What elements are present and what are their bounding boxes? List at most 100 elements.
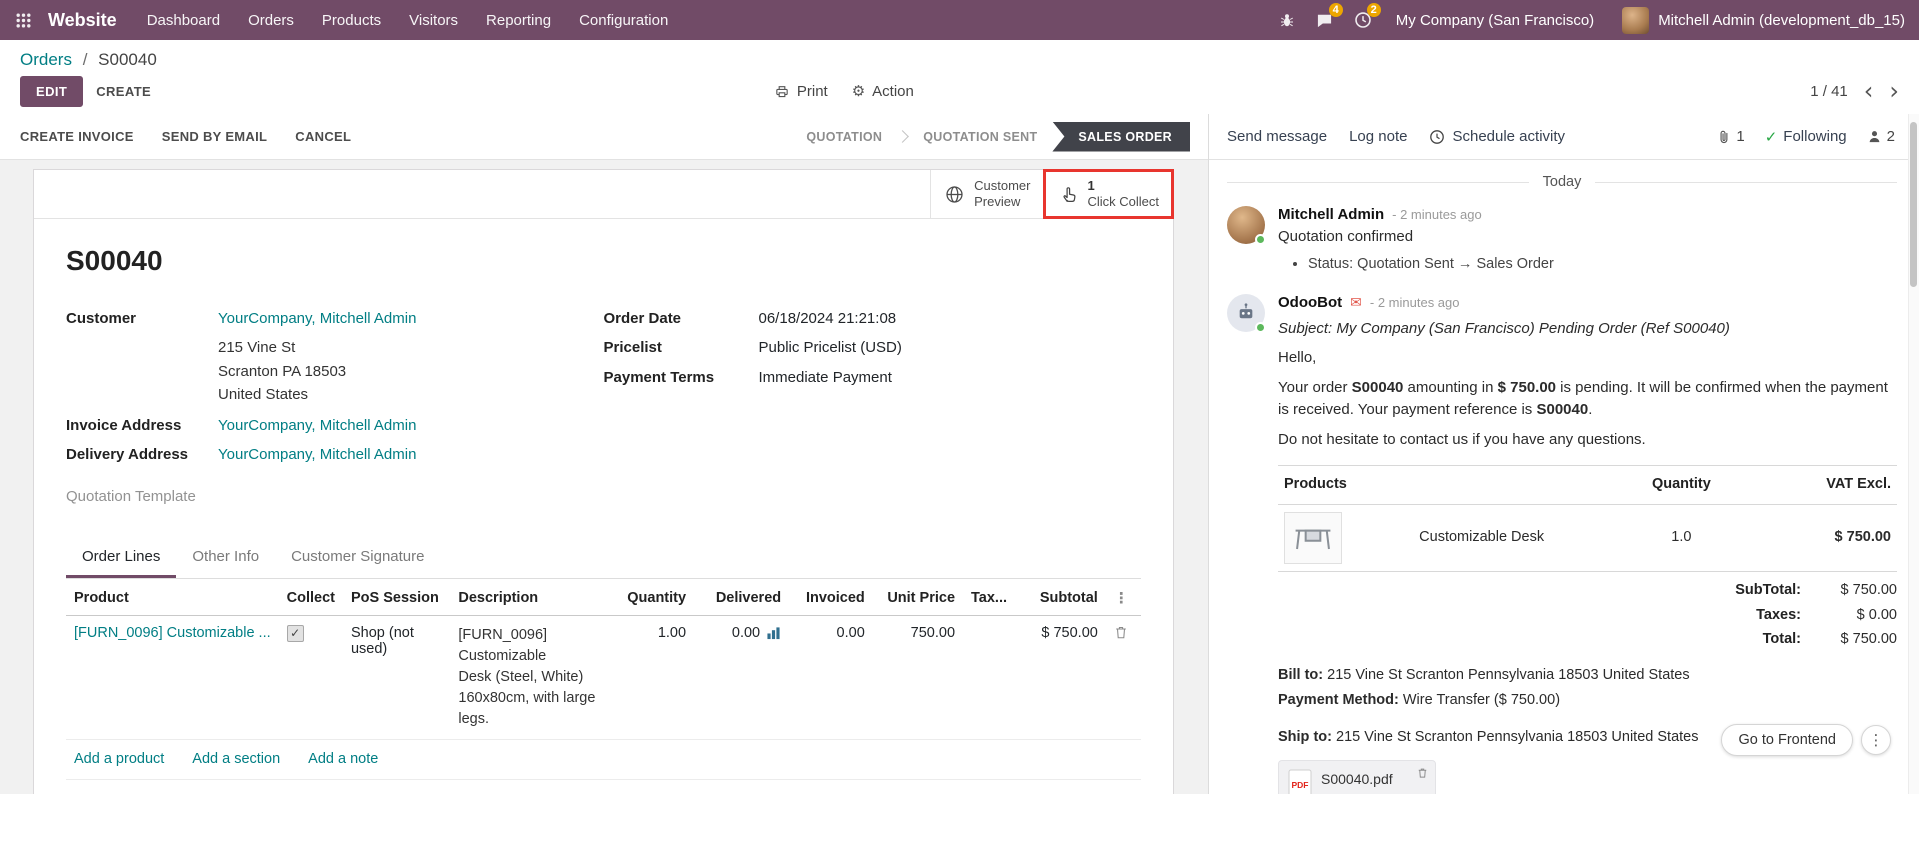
menu-products[interactable]: Products bbox=[308, 0, 395, 40]
stage-quotation[interactable]: QUOTATION bbox=[791, 122, 897, 152]
delivery-address-link[interactable]: YourCompany, Mitchell Admin bbox=[218, 446, 416, 463]
send-by-email-button[interactable]: SEND BY EMAIL bbox=[162, 129, 268, 144]
subtotal-cell: $ 750.00 bbox=[1017, 615, 1106, 739]
go-to-frontend-button[interactable]: Go to Frontend bbox=[1721, 724, 1853, 756]
company-switcher[interactable]: My Company (San Francisco) bbox=[1382, 12, 1608, 29]
chatter-scrollbar-track[interactable] bbox=[1908, 114, 1919, 794]
chatter-scrollbar-thumb[interactable] bbox=[1910, 122, 1917, 287]
payment-method-line: Payment Method: Wire Transfer ($ 750.00) bbox=[1278, 690, 1897, 712]
click-collect-label: Click Collect bbox=[1087, 194, 1159, 210]
pdf-file-icon: PDF bbox=[1288, 769, 1312, 794]
user-avatar bbox=[1622, 7, 1649, 34]
action-menu[interactable]: ⚙ Action bbox=[852, 82, 914, 100]
stage-quotation-sent[interactable]: QUOTATION SENT bbox=[908, 122, 1052, 152]
paperclip-icon bbox=[1716, 129, 1731, 145]
optional-columns-toggle[interactable]: ⋮ bbox=[1114, 590, 1129, 607]
edit-button[interactable]: EDIT bbox=[20, 76, 83, 107]
tab-other-info[interactable]: Other Info bbox=[176, 538, 275, 578]
cancel-button[interactable]: CANCEL bbox=[295, 129, 351, 144]
menu-visitors[interactable]: Visitors bbox=[395, 0, 472, 40]
following-button[interactable]: ✓ Following bbox=[1765, 128, 1847, 146]
apps-menu-icon[interactable] bbox=[0, 0, 46, 40]
add-a-section-link[interactable]: Add a section bbox=[192, 751, 280, 767]
hand-pointer-icon bbox=[1059, 185, 1077, 203]
user-menu[interactable]: Mitchell Admin (development_db_15) bbox=[1608, 7, 1919, 34]
total-label: Total: bbox=[1763, 629, 1801, 651]
pager-count[interactable]: 1 / 41 bbox=[1810, 83, 1848, 100]
schedule-activity-button[interactable]: Schedule activity bbox=[1429, 128, 1565, 145]
chatter-panel: Send message Log note Schedule activity … bbox=[1208, 114, 1919, 794]
svg-text:PDF: PDF bbox=[1292, 780, 1309, 790]
col-description: Description bbox=[450, 579, 610, 616]
followers-person-icon bbox=[1867, 129, 1882, 144]
globe-icon bbox=[945, 185, 964, 204]
breadcrumb-orders-link[interactable]: Orders bbox=[20, 50, 72, 69]
click-collect-stat-button[interactable]: 1 Click Collect bbox=[1044, 170, 1173, 218]
customer-label: Customer bbox=[66, 307, 218, 330]
pager: 1 / 41 ‹ › bbox=[1810, 82, 1899, 100]
customer-preview-button[interactable]: Customer Preview bbox=[930, 170, 1044, 218]
col-pos-session: PoS Session bbox=[343, 579, 450, 616]
subtotal-label: SubTotal: bbox=[1735, 580, 1801, 602]
send-message-button[interactable]: Send message bbox=[1227, 128, 1327, 145]
debug-bug-icon[interactable] bbox=[1268, 0, 1306, 40]
menu-reporting[interactable]: Reporting bbox=[472, 0, 565, 40]
stage-sales-order[interactable]: SALES ORDER bbox=[1052, 122, 1190, 152]
online-status-dot bbox=[1255, 234, 1266, 245]
breadcrumb: Orders / S00040 bbox=[20, 50, 157, 69]
check-icon: ✓ bbox=[1765, 128, 1778, 146]
create-button[interactable]: CREATE bbox=[83, 77, 164, 106]
invoice-address-link[interactable]: YourCompany, Mitchell Admin bbox=[218, 417, 416, 434]
collect-checkbox[interactable]: ✓ bbox=[287, 625, 304, 642]
tracking-value: Status: Quotation Sent → Sales Order bbox=[1308, 256, 1897, 272]
message-author[interactable]: Mitchell Admin bbox=[1278, 206, 1384, 223]
message-author[interactable]: OdooBot bbox=[1278, 294, 1342, 311]
email-products-table: Products Quantity VAT Excl. bbox=[1278, 465, 1897, 572]
messages-icon[interactable]: 4 bbox=[1306, 0, 1344, 40]
delete-attachment-trash-icon[interactable] bbox=[1417, 767, 1428, 779]
total-value: $ 750.00 bbox=[1801, 629, 1897, 651]
form-statusbar: CREATE INVOICE SEND BY EMAIL CANCEL QUOT… bbox=[0, 114, 1208, 160]
delivered-cell: 0.00 bbox=[732, 625, 760, 641]
attachment-card[interactable]: PDF S00040.pdf PDF bbox=[1278, 760, 1436, 794]
pager-previous-icon[interactable]: ‹ bbox=[1864, 82, 1874, 100]
col-invoiced: Invoiced bbox=[789, 579, 873, 616]
customer-preview-line2: Preview bbox=[974, 194, 1030, 210]
address-line-1: 215 Vine St bbox=[218, 336, 604, 359]
attachment-name[interactable]: S00040.pdf bbox=[1321, 769, 1393, 790]
product-link[interactable]: [FURN_0096] Customizable ... bbox=[74, 625, 271, 641]
email-envelope-icon: ✉ bbox=[1350, 294, 1362, 311]
menu-dashboard[interactable]: Dashboard bbox=[133, 0, 234, 40]
activities-badge: 2 bbox=[1367, 3, 1381, 17]
click-collect-count: 1 bbox=[1087, 178, 1159, 194]
activities-icon[interactable]: 2 bbox=[1344, 0, 1382, 40]
frontend-more-options-icon[interactable]: ⋮ bbox=[1861, 725, 1891, 755]
description-line-3: 160x80cm, with large legs. bbox=[458, 688, 602, 730]
print-menu[interactable]: Print bbox=[775, 82, 828, 100]
product-amount-cell: $ 750.00 bbox=[1749, 504, 1897, 571]
unit-price-cell: 750.00 bbox=[873, 615, 963, 739]
form-view-background: Customer Preview 1 Click Collect bbox=[0, 160, 1208, 794]
taxes-label: Taxes: bbox=[1756, 605, 1801, 627]
vat-header: VAT Excl. bbox=[1749, 466, 1897, 505]
forecast-chart-icon[interactable] bbox=[766, 626, 781, 640]
log-note-button[interactable]: Log note bbox=[1349, 128, 1407, 145]
printer-icon bbox=[775, 84, 790, 99]
tab-order-lines[interactable]: Order Lines bbox=[66, 538, 176, 578]
products-header: Products bbox=[1278, 466, 1613, 505]
col-tax: Tax... bbox=[963, 579, 1017, 616]
add-a-product-link[interactable]: Add a product bbox=[74, 751, 164, 767]
menu-orders[interactable]: Orders bbox=[234, 0, 308, 40]
customer-link[interactable]: YourCompany, Mitchell Admin bbox=[218, 310, 416, 327]
add-a-note-link[interactable]: Add a note bbox=[308, 751, 378, 767]
attachments-button[interactable]: 1 bbox=[1716, 128, 1744, 145]
tab-customer-signature[interactable]: Customer Signature bbox=[275, 538, 440, 578]
product-thumbnail bbox=[1284, 512, 1342, 564]
create-invoice-button[interactable]: CREATE INVOICE bbox=[20, 129, 134, 144]
menu-configuration[interactable]: Configuration bbox=[565, 0, 682, 40]
gear-icon: ⚙ bbox=[852, 82, 865, 100]
followers-button[interactable]: 2 bbox=[1867, 128, 1895, 145]
delete-line-trash-icon[interactable] bbox=[1114, 625, 1128, 640]
main-menu: Dashboard Orders Products Visitors Repor… bbox=[133, 0, 683, 40]
pager-next-icon[interactable]: › bbox=[1889, 82, 1899, 100]
